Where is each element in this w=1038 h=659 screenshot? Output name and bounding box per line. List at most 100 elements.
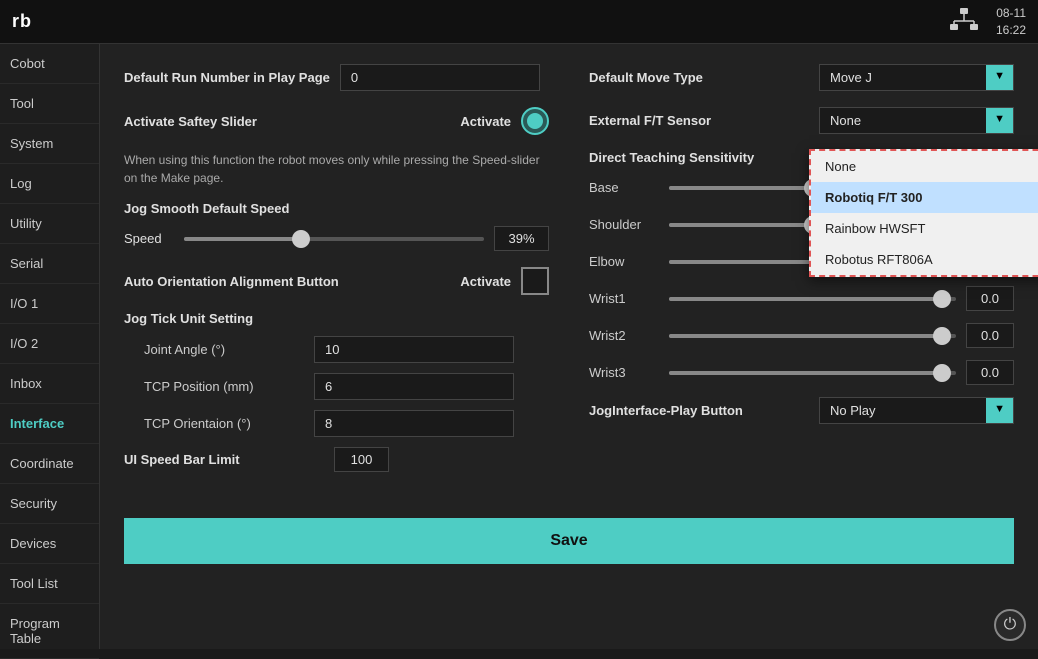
- jog-interface-dropdown[interactable]: No Play ▼: [819, 397, 1014, 424]
- sidebar-item-tool[interactable]: Tool: [0, 84, 99, 124]
- sidebar-item-utility[interactable]: Utility: [0, 204, 99, 244]
- jog-interface-label: JogInterface-Play Button: [589, 403, 809, 418]
- sens-wrist2-thumb[interactable]: [933, 327, 951, 345]
- sens-wrist2-track[interactable]: [669, 334, 956, 338]
- sens-elbow-label: Elbow: [589, 254, 659, 269]
- sens-wrist2-row: Wrist2 0.0: [589, 323, 1014, 348]
- tcp-orient-row: TCP Orientaion (°): [124, 410, 549, 437]
- sens-wrist3-fill: [669, 371, 942, 375]
- default-run-label: Default Run Number in Play Page: [124, 70, 330, 85]
- sens-shoulder-fill: [669, 223, 813, 227]
- tcp-pos-row: TCP Position (mm): [124, 373, 549, 400]
- sens-wrist3-row: Wrist3 0.0: [589, 360, 1014, 385]
- tcp-orient-label: TCP Orientaion (°): [144, 416, 304, 431]
- sidebar-item-program-table[interactable]: Program Table: [0, 604, 99, 659]
- default-move-value: Move J: [820, 65, 986, 90]
- header: rb 08-11 16:22: [0, 0, 1038, 44]
- sens-wrist3-value: 0.0: [966, 360, 1014, 385]
- speed-slider-row: Speed 39%: [124, 226, 549, 251]
- sens-wrist1-value: 0.0: [966, 286, 1014, 311]
- sens-wrist3-label: Wrist3: [589, 365, 659, 380]
- sens-wrist2-value: 0.0: [966, 323, 1014, 348]
- sens-base-label: Base: [589, 180, 659, 195]
- default-move-row: Default Move Type Move J ▼: [589, 64, 1014, 91]
- power-area: ⏻: [994, 609, 1026, 641]
- joint-angle-input[interactable]: [314, 336, 514, 363]
- default-move-label: Default Move Type: [589, 70, 809, 85]
- tcp-pos-label: TCP Position (mm): [144, 379, 304, 394]
- safety-toggle[interactable]: [521, 107, 549, 135]
- external-ft-arrow[interactable]: ▼: [986, 108, 1013, 133]
- auto-orient-toggle[interactable]: [521, 267, 549, 295]
- activate-text: Activate: [460, 114, 511, 129]
- speed-track[interactable]: [184, 237, 484, 241]
- sidebar-item-log[interactable]: Log: [0, 164, 99, 204]
- speed-value: 39%: [494, 226, 549, 251]
- default-move-arrow[interactable]: ▼: [986, 65, 1013, 90]
- left-column: Default Run Number in Play Page Activate…: [124, 64, 549, 488]
- external-ft-dropdown[interactable]: None ▼: [819, 107, 1014, 134]
- sens-wrist1-fill: [669, 297, 942, 301]
- layout: Cobot Tool System Log Utility Serial I/O…: [0, 44, 1038, 649]
- jog-tick-title: Jog Tick Unit Setting: [124, 311, 549, 326]
- tcp-orient-input[interactable]: [314, 410, 514, 437]
- dropdown-option-none[interactable]: None: [811, 151, 1038, 182]
- ui-speed-label: UI Speed Bar Limit: [124, 452, 324, 467]
- save-button[interactable]: Save: [124, 518, 1014, 564]
- sidebar-item-coordinate[interactable]: Coordinate: [0, 444, 99, 484]
- sidebar-item-tool-list[interactable]: Tool List: [0, 564, 99, 604]
- sidebar-item-security[interactable]: Security: [0, 484, 99, 524]
- jog-smooth-title: Jog Smooth Default Speed: [124, 201, 549, 216]
- sidebar-item-io1[interactable]: I/O 1: [0, 284, 99, 324]
- sidebar-item-devices[interactable]: Devices: [0, 524, 99, 564]
- sidebar-item-io2[interactable]: I/O 2: [0, 324, 99, 364]
- sidebar: Cobot Tool System Log Utility Serial I/O…: [0, 44, 100, 649]
- sens-wrist1-thumb[interactable]: [933, 290, 951, 308]
- dropdown-option-robotiq[interactable]: Robotiq F/T 300: [811, 182, 1038, 213]
- sidebar-item-system[interactable]: System: [0, 124, 99, 164]
- jog-interface-arrow[interactable]: ▼: [986, 398, 1013, 423]
- dropdown-option-robotus[interactable]: Robotus RFT806A: [811, 244, 1038, 275]
- ft-dropdown-popup: None Robotiq F/T 300 Rainbow HWSFT Robot…: [809, 149, 1038, 277]
- sens-wrist2-label: Wrist2: [589, 328, 659, 343]
- network-icon: [948, 6, 980, 37]
- sidebar-item-serial[interactable]: Serial: [0, 244, 99, 284]
- sens-shoulder-label: Shoulder: [589, 217, 659, 232]
- tcp-pos-input[interactable]: [314, 373, 514, 400]
- ui-speed-row: UI Speed Bar Limit 100: [124, 447, 549, 472]
- external-ft-label: External F/T Sensor: [589, 113, 809, 128]
- sens-wrist1-track[interactable]: [669, 297, 956, 301]
- joint-angle-row: Joint Angle (°): [124, 336, 549, 363]
- auto-orient-activate: Activate: [460, 274, 511, 289]
- sidebar-item-cobot[interactable]: Cobot: [0, 44, 99, 84]
- logo: rb: [12, 11, 32, 32]
- toggle-inner: [527, 113, 543, 129]
- safety-hint: When using this function the robot moves…: [124, 151, 549, 187]
- right-column: Default Move Type Move J ▼ External F/T …: [589, 64, 1014, 488]
- sens-wrist3-thumb[interactable]: [933, 364, 951, 382]
- sens-base-fill: [669, 186, 813, 190]
- safety-slider-row: Activate Saftey Slider Activate: [124, 107, 549, 135]
- default-move-dropdown[interactable]: Move J ▼: [819, 64, 1014, 91]
- sidebar-item-inbox[interactable]: Inbox: [0, 364, 99, 404]
- default-run-input[interactable]: [340, 64, 540, 91]
- jog-interface-value: No Play: [820, 398, 986, 423]
- header-time: 08-11 16:22: [996, 5, 1026, 39]
- power-button[interactable]: ⏻: [994, 609, 1026, 641]
- speed-label: Speed: [124, 231, 174, 246]
- safety-slider-label: Activate Saftey Slider: [124, 114, 324, 129]
- jog-interface-row: JogInterface-Play Button No Play ▼: [589, 397, 1014, 424]
- sidebar-item-interface[interactable]: Interface: [0, 404, 99, 444]
- speed-thumb[interactable]: [292, 230, 310, 248]
- external-ft-row: External F/T Sensor None ▼ None Robotiq …: [589, 107, 1014, 134]
- sens-wrist1-row: Wrist1 0.0: [589, 286, 1014, 311]
- dropdown-option-rainbow[interactable]: Rainbow HWSFT: [811, 213, 1038, 244]
- auto-orient-label: Auto Orientation Alignment Button: [124, 274, 339, 289]
- auto-orient-row: Auto Orientation Alignment Button Activa…: [124, 267, 549, 295]
- sens-wrist1-label: Wrist1: [589, 291, 659, 306]
- default-run-row: Default Run Number in Play Page: [124, 64, 549, 91]
- joint-angle-label: Joint Angle (°): [144, 342, 304, 357]
- sens-wrist2-fill: [669, 334, 942, 338]
- external-ft-value: None: [820, 108, 986, 133]
- sens-wrist3-track[interactable]: [669, 371, 956, 375]
